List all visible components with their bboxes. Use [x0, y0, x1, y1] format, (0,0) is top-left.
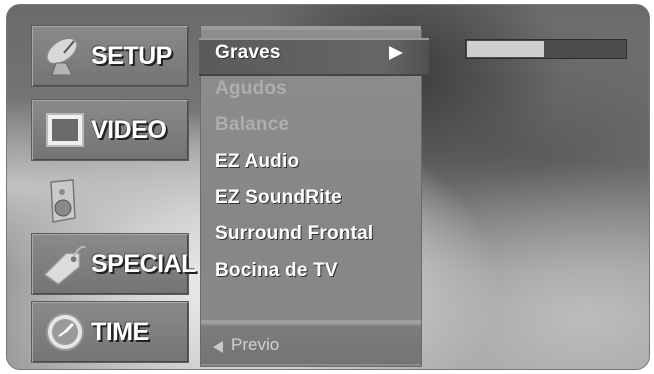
back-button[interactable]: Previo [201, 326, 421, 364]
satellite-dish-icon [41, 32, 89, 80]
tag-icon [41, 240, 89, 288]
submenu-item-agudos[interactable]: Agudos [215, 78, 287, 100]
submenu-item-balance[interactable]: Balance [215, 114, 289, 136]
menu-item-label: SETUP [91, 41, 172, 70]
submenu-item-ez-audio[interactable]: EZ Audio [215, 151, 299, 173]
submenu-item-bocina-de-tv[interactable]: Bocina de TV [215, 260, 338, 282]
audio-submenu-panel: Graves Agudos Balance EZ Audio EZ SoundR… [199, 26, 429, 367]
chevron-right-icon [389, 46, 403, 60]
submenu-item-surround-frontal[interactable]: Surround Frontal [215, 223, 373, 245]
submenu-item-graves[interactable]: Graves [215, 42, 281, 64]
submenu-item-ez-soundrite[interactable]: EZ SoundRite [215, 187, 342, 209]
speaker-icon [41, 177, 89, 225]
menu-item-setup[interactable]: SETUP [31, 25, 189, 87]
level-bar[interactable] [465, 39, 627, 59]
menu-item-audio[interactable] [31, 171, 189, 231]
clock-icon [41, 308, 89, 356]
menu-item-time[interactable]: TIME [31, 301, 189, 363]
chevron-left-icon [213, 341, 223, 353]
menu-item-label: TIME [91, 317, 149, 346]
back-button-label: Previo [231, 335, 280, 354]
menu-item-label: SPECIAL [91, 249, 196, 278]
tv-osd-screen: SETUP VIDEO SPECIAL TIME Graves Agudos B… [6, 4, 650, 370]
screen-icon [41, 106, 89, 154]
menu-item-special[interactable]: SPECIAL [31, 233, 196, 295]
level-bar-fill [467, 41, 544, 57]
menu-item-label: VIDEO [91, 115, 167, 144]
menu-item-video[interactable]: VIDEO [31, 99, 189, 161]
